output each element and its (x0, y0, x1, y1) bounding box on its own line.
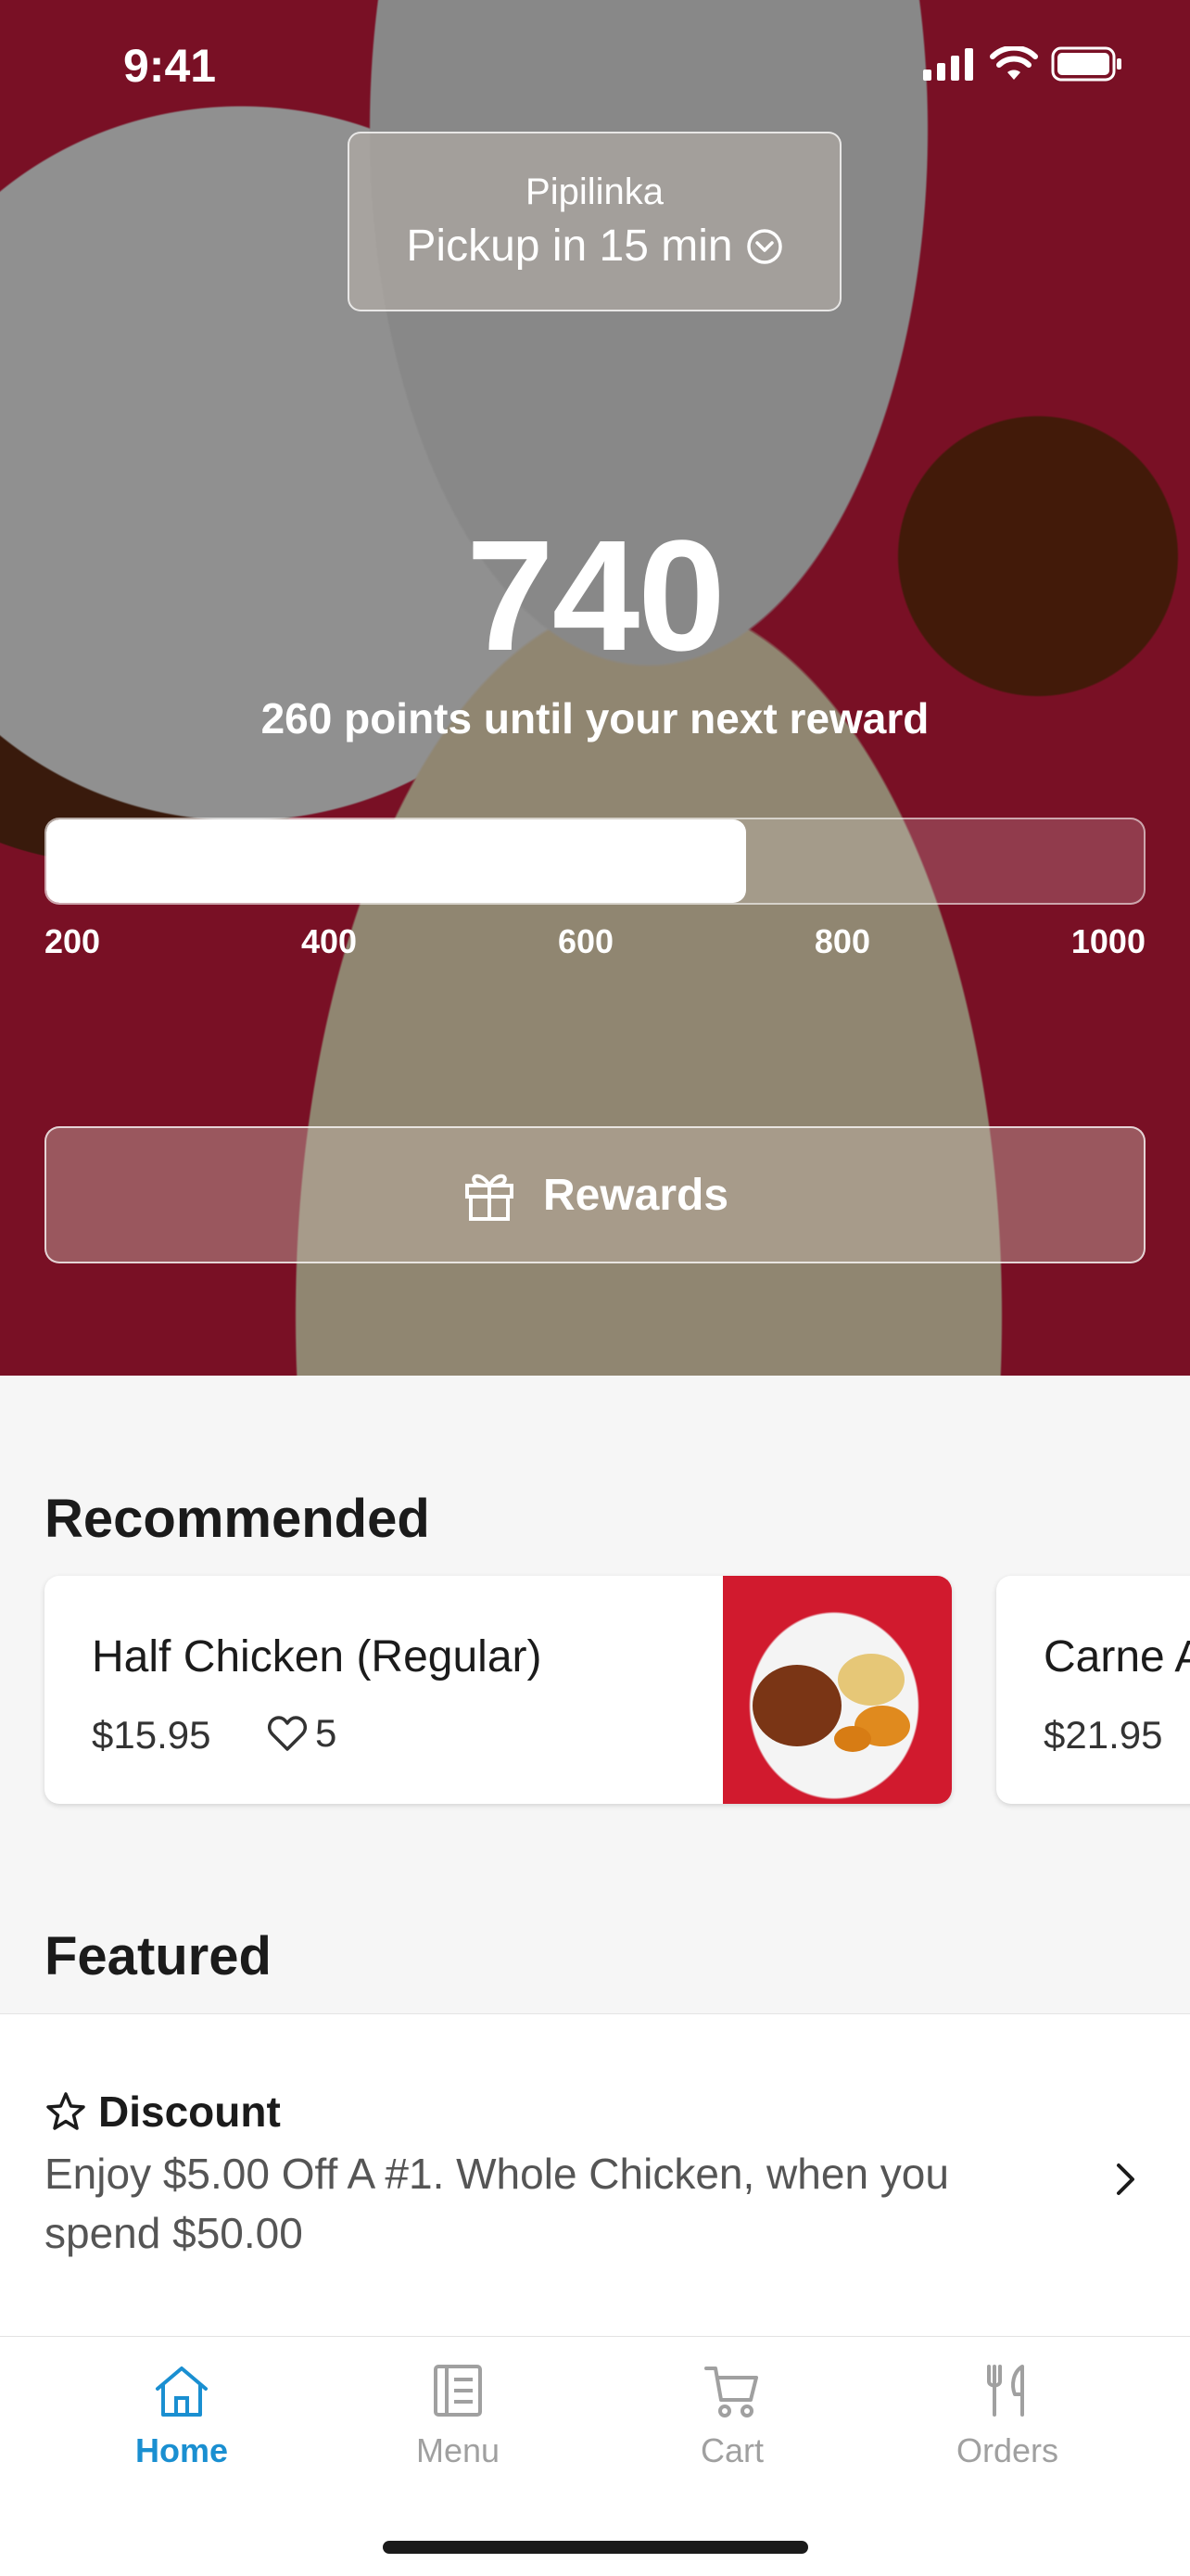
heart-icon (268, 1716, 307, 1751)
rewards-progress-fill (46, 819, 747, 903)
tick-label: 800 (814, 922, 870, 960)
chevron-right-icon (1117, 2164, 1134, 2195)
featured-title: Featured (44, 1926, 272, 1986)
chevron-down-circle-icon (746, 228, 782, 264)
item-likes[interactable]: 5 (267, 1711, 336, 1756)
battery-icon (1051, 46, 1121, 82)
tick-label: 600 (557, 922, 614, 960)
featured-item-description: Enjoy $5.00 Off A #1. Whole Chicken, whe… (44, 2150, 949, 2257)
tick-label: 1000 (1070, 922, 1146, 960)
item-name: Carne A (1044, 1632, 1190, 1681)
rewards-button[interactable]: Rewards (44, 1126, 1146, 1263)
store-name: Pipilinka (525, 171, 664, 212)
pickup-selector[interactable]: Pipilinka Pickup in 15 min (348, 132, 842, 311)
tick-label: 200 (44, 922, 101, 960)
item-photo (723, 1576, 952, 1804)
chicken-plate-illustration (753, 1654, 910, 1752)
pickup-time-label: Pickup in 15 min (406, 222, 733, 271)
hero-banner: 9:41 Pipilinka Pickup in 15 min 740 260 … (0, 0, 1190, 1376)
tab-home[interactable]: Home (89, 2363, 274, 2470)
featured-discount-item[interactable]: Discount Enjoy $5.00 Off A #1. Whole Chi… (0, 2013, 1190, 2337)
tab-label: Home (134, 2431, 229, 2469)
tab-orders[interactable]: Orders (915, 2363, 1100, 2470)
item-price: $15.95 (92, 1713, 211, 1757)
star-icon (46, 2092, 85, 2130)
cart-icon (704, 2367, 758, 2417)
item-name: Half Chicken (Regular) (92, 1632, 542, 1681)
progress-ticks: 200 400 600 800 1000 (44, 922, 1146, 961)
recommended-card[interactable]: Carne A $21.95 (996, 1576, 1190, 1804)
featured-item-type: Discount (98, 2087, 281, 2136)
tab-cart[interactable]: Cart (639, 2363, 825, 2470)
tab-label: Menu (415, 2431, 500, 2469)
status-time: 9:41 (123, 40, 217, 92)
likes-count: 5 (315, 1711, 337, 1755)
fork-knife-icon (987, 2365, 1024, 2417)
tab-label: Cart (700, 2431, 764, 2469)
points-until-text: 260 points until your next reward (260, 694, 930, 742)
home-icon (156, 2367, 208, 2417)
recommended-card[interactable]: Half Chicken (Regular) $15.95 5 (44, 1576, 952, 1804)
tab-menu[interactable]: Menu (365, 2363, 551, 2470)
rewards-progress-bar (44, 818, 1146, 905)
tick-label: 400 (300, 922, 358, 960)
gift-icon (464, 1174, 513, 1221)
recommended-title: Recommended (44, 1489, 430, 1549)
rewards-button-label: Rewards (542, 1170, 729, 1220)
menu-icon (434, 2365, 482, 2417)
signal-icon (923, 48, 973, 81)
status-icons (921, 46, 1123, 82)
tab-label: Orders (956, 2431, 1059, 2469)
points-value: 740 (466, 508, 726, 684)
home-indicator (383, 2541, 808, 2554)
wifi-icon (990, 46, 1038, 80)
item-price: $21.95 (1044, 1713, 1163, 1757)
